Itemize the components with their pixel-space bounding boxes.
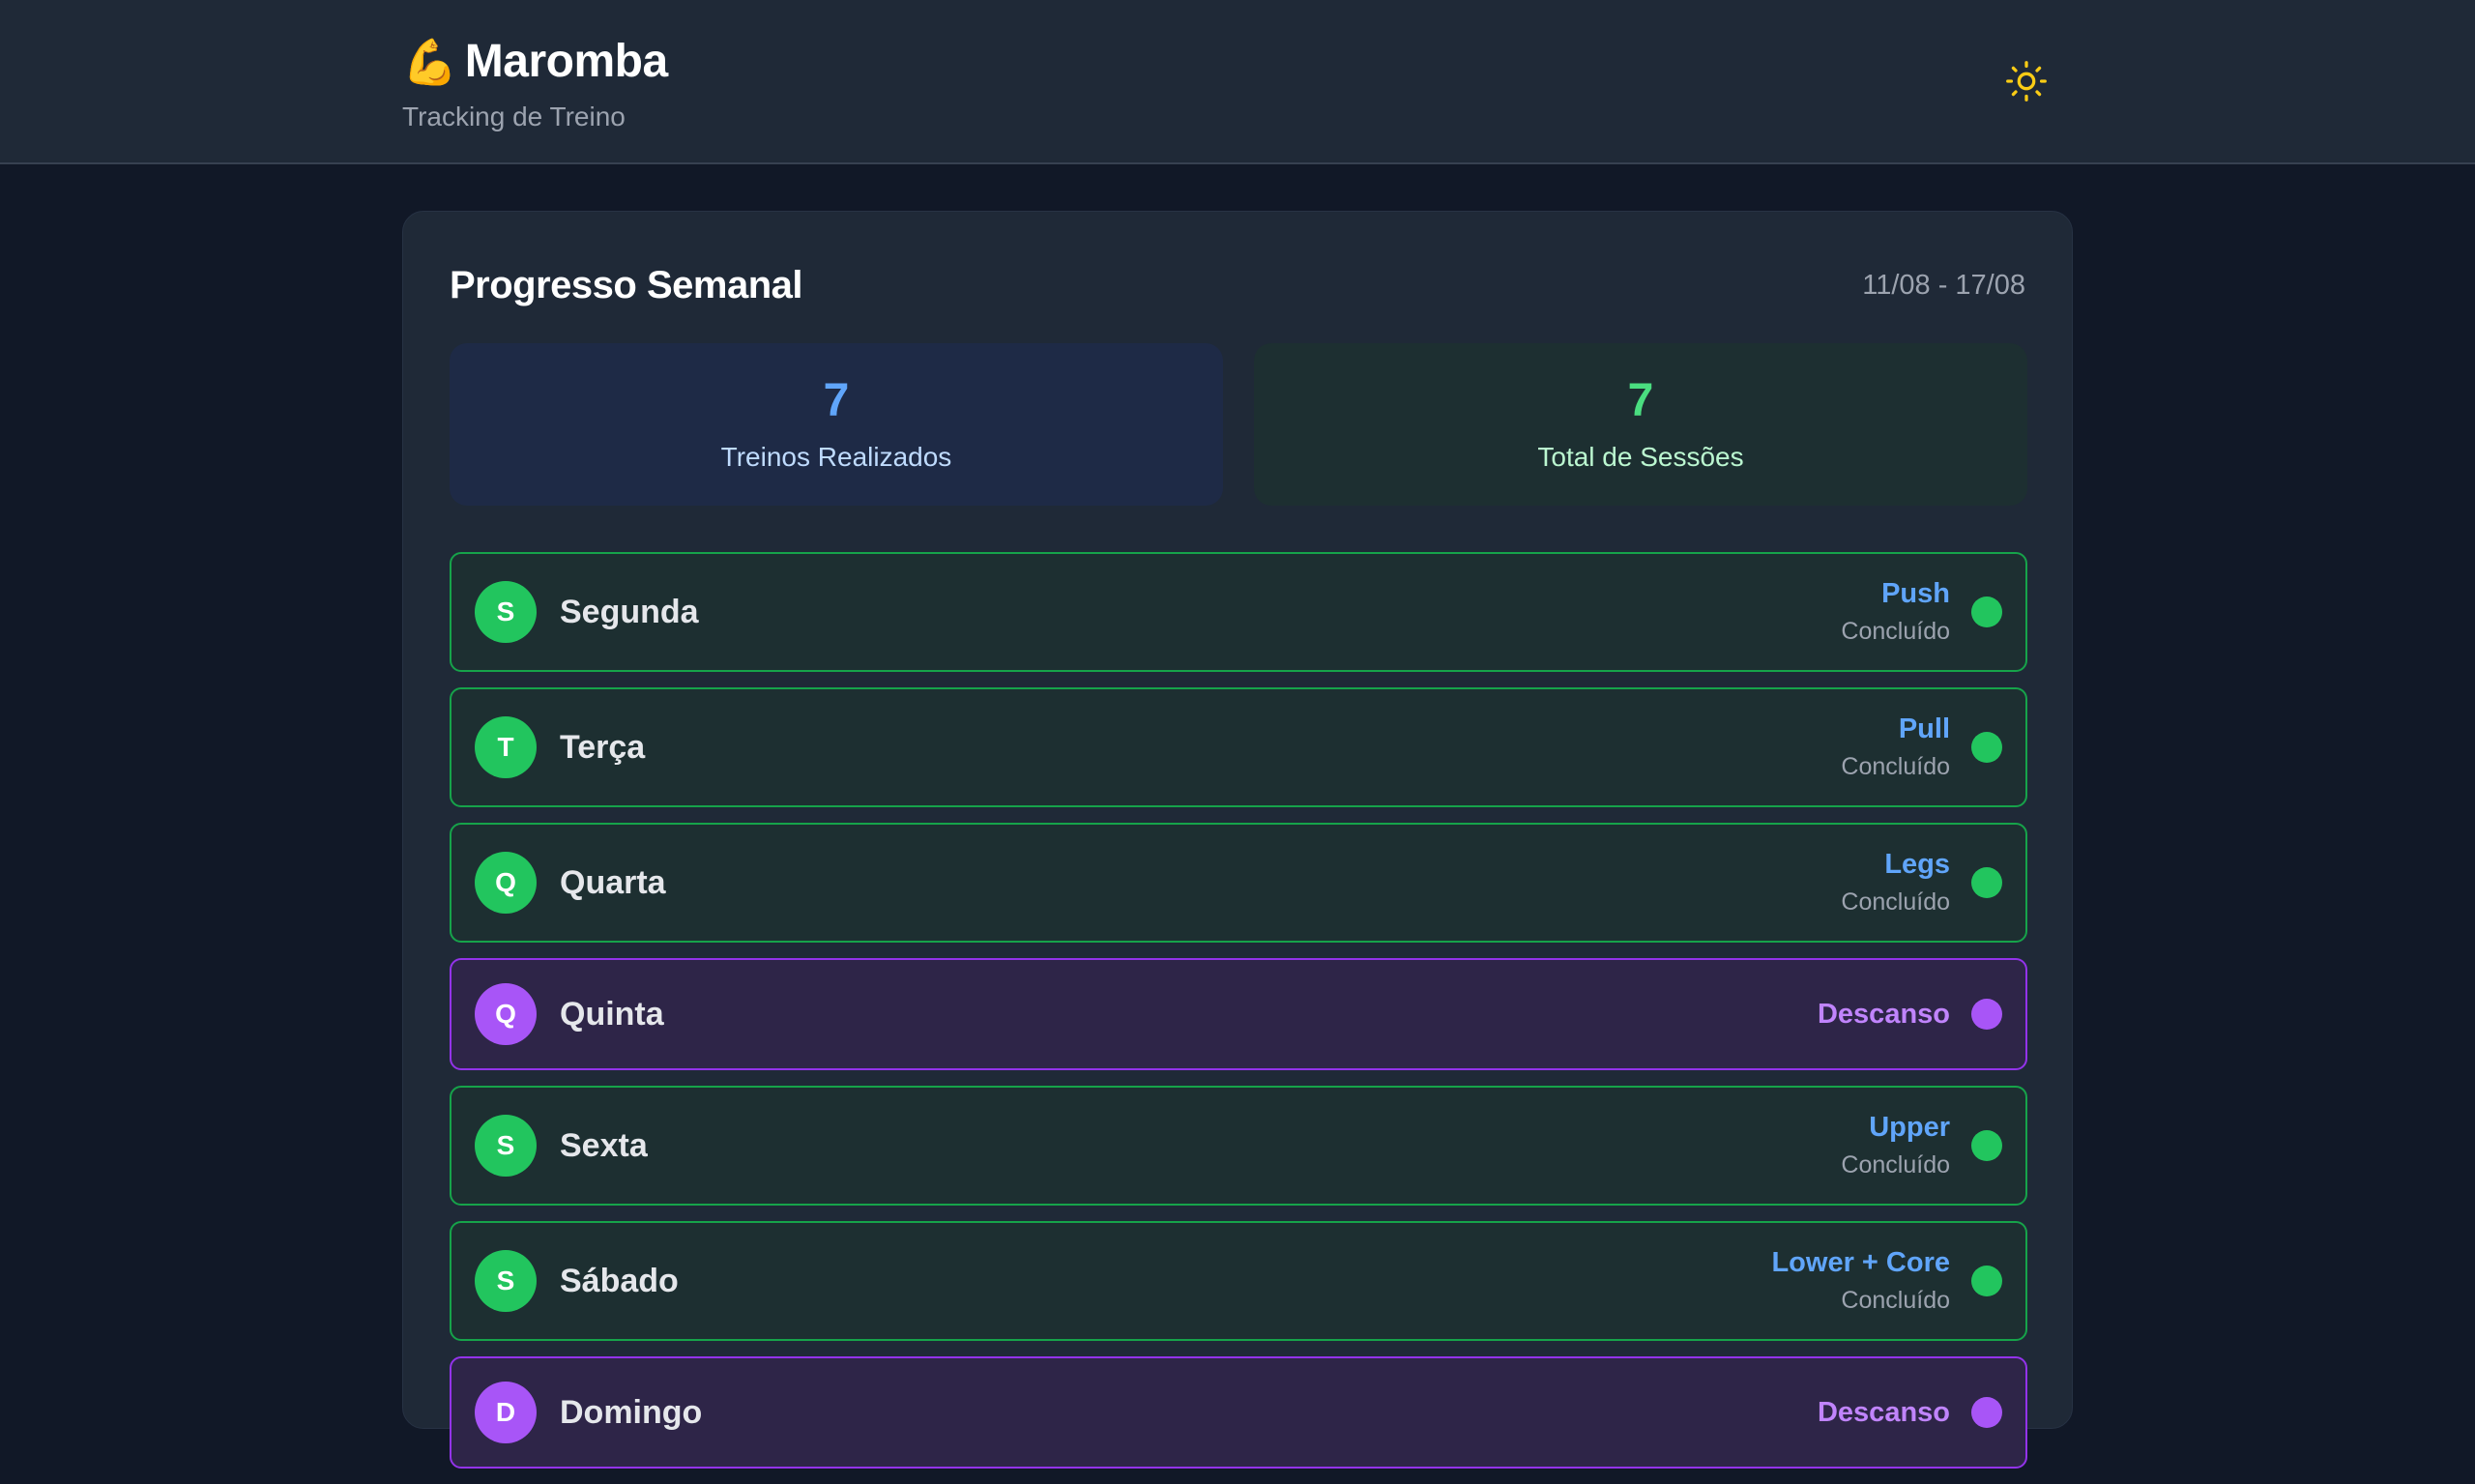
date-range: 11/08 - 17/08 [1862,270,2025,301]
day-row-segunda[interactable]: S Segunda Push Concluído [450,552,2027,672]
app-title: 💪 Maromba [402,35,668,88]
workout-name: Upper [1869,1112,1950,1143]
workout-name: Descanso [1817,1396,1950,1428]
day-avatar: S [475,1115,537,1177]
stat-workouts-done: 7 Treinos Realizados [450,343,1223,506]
day-workout-info: Push Concluído [1841,578,1950,646]
workout-name: Descanso [1817,998,1950,1030]
status-dot-icon [1971,867,2002,898]
stat-workouts-done-label: Treinos Realizados [720,442,952,472]
status-dot-icon [1971,1130,2002,1161]
workout-name: Legs [1884,849,1950,880]
day-workout-info: Descanso [1818,999,1950,1031]
day-avatar: D [475,1382,537,1443]
workout-status: Concluído [1841,1151,1950,1178]
day-avatar: Q [475,852,537,914]
workout-name: Push [1881,578,1950,609]
stat-total-sessions-value: 7 [1627,375,1654,426]
stat-workouts-done-value: 7 [823,375,850,426]
workout-status: Concluído [1841,1287,1950,1314]
day-workout-info: Pull Concluído [1841,713,1950,781]
status-dot-icon [1971,732,2002,763]
day-name: Domingo [560,1393,703,1431]
status-dot-icon [1971,597,2002,627]
status-dot-icon [1971,1266,2002,1296]
day-name: Sexta [560,1126,648,1164]
day-avatar: Q [475,983,537,1045]
day-row-terca[interactable]: T Terça Pull Concluído [450,687,2027,807]
day-row-sexta[interactable]: S Sexta Upper Concluído [450,1086,2027,1206]
flexed-biceps-icon: 💪 [402,35,457,88]
day-avatar: T [475,716,537,778]
day-row-quarta[interactable]: Q Quarta Legs Concluído [450,823,2027,943]
day-workout-info: Lower + Core Concluído [1771,1247,1950,1315]
day-name: Quinta [560,995,664,1033]
workout-status: Concluído [1841,888,1950,916]
status-dot-icon [1971,1397,2002,1428]
day-workout-info: Descanso [1818,1397,1950,1429]
app-title-text: Maromba [464,36,668,87]
day-name: Quarta [560,863,666,901]
stat-total-sessions: 7 Total de Sessões [1254,343,2027,506]
theme-toggle-button[interactable] [2003,58,2050,104]
app-header: 💪 Maromba Tracking de Treino [0,0,2475,164]
workout-status: Concluído [1841,618,1950,645]
weekly-progress-card: Progresso Semanal 11/08 - 17/08 7 Treino… [402,211,2073,1469]
day-row-domingo[interactable]: D Domingo Descanso [450,1356,2027,1469]
app-subtitle: Tracking de Treino [402,102,626,131]
workout-status: Concluído [1841,753,1950,780]
brand: 💪 Maromba Tracking de Treino [402,35,668,132]
day-row-sabado[interactable]: S Sábado Lower + Core Concluído [450,1221,2027,1341]
sun-icon [2006,61,2047,102]
status-dot-icon [1971,999,2002,1030]
day-name: Sábado [560,1262,679,1299]
card-title: Progresso Semanal [450,264,803,306]
day-workout-info: Upper Concluído [1841,1112,1950,1179]
day-name: Segunda [560,593,699,630]
workout-name: Pull [1898,713,1950,744]
day-name: Terça [560,728,646,766]
stat-total-sessions-label: Total de Sessões [1537,442,1744,472]
day-avatar: S [475,1250,537,1312]
day-workout-info: Legs Concluído [1841,849,1950,917]
day-row-quinta[interactable]: Q Quinta Descanso [450,958,2027,1070]
workout-name: Lower + Core [1771,1247,1950,1278]
day-avatar: S [475,581,537,643]
day-list: S Segunda Push Concluído T Terça Pull Co… [450,552,2027,1484]
